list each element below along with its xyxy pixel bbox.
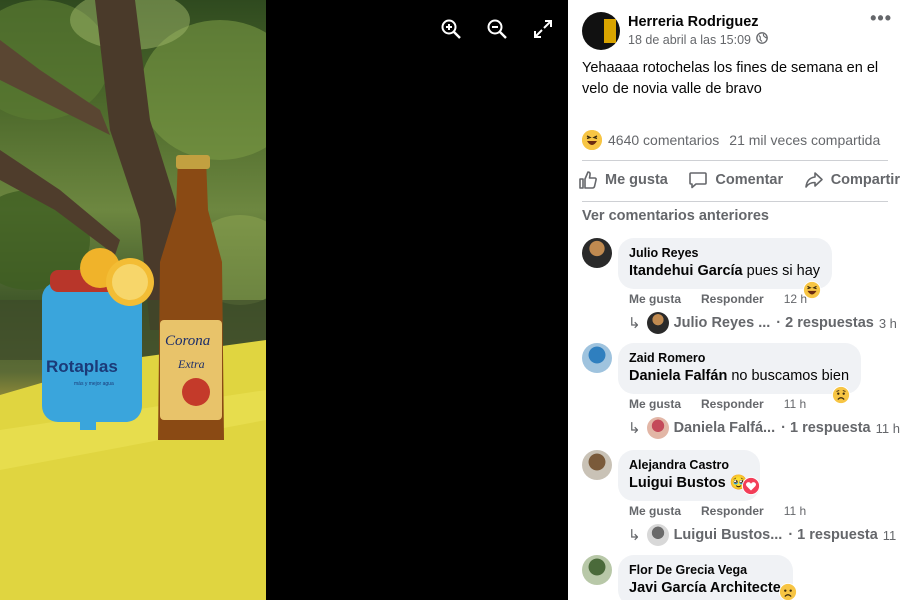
avatar[interactable] xyxy=(582,238,612,268)
reply-arrow-icon: ↳ xyxy=(628,527,641,544)
photo-scene: Rotaplas más y mejor agua Corona Extra xyxy=(0,0,266,600)
comment-age[interactable]: 11 h xyxy=(784,504,806,518)
shares-count[interactable]: 21 mil veces compartida xyxy=(729,132,880,148)
replies-age: 11 h xyxy=(875,420,900,436)
comment-like-button[interactable]: Me gusta xyxy=(629,397,681,411)
post-header: Herreria Rodriguez 18 de abril a las 15:… xyxy=(582,12,892,50)
avatar xyxy=(646,312,669,334)
reply-arrow-icon: ↳ xyxy=(628,420,641,437)
comment-bubble: Julio Reyes Itandehui García pues si hay xyxy=(618,238,833,289)
jar-logo-text: Rotaplas xyxy=(46,357,118,376)
comment-mention[interactable]: Itandehui García xyxy=(629,263,743,279)
like-label: Me gusta xyxy=(605,172,668,188)
jar-tagline: más y mejor agua xyxy=(74,381,114,387)
comments-count[interactable]: 4640 comentarios xyxy=(608,132,719,148)
sad-reaction-icon[interactable] xyxy=(832,386,850,404)
replies-link[interactable]: ↳ Julio Reyes ... · 2 respuestas 3 h xyxy=(628,312,897,334)
fullscreen-button[interactable] xyxy=(532,18,554,40)
avatar[interactable] xyxy=(582,343,612,373)
divider xyxy=(582,201,888,202)
replies-age: 3 h xyxy=(878,315,897,331)
replies-author: Julio Reyes ... xyxy=(673,315,771,331)
comment-author[interactable]: Zaid Romero xyxy=(629,350,849,366)
share-label: Compartir xyxy=(830,172,900,188)
like-button[interactable]: Me gusta xyxy=(578,170,668,190)
post-timestamp[interactable]: 18 de abril a las 15:09 xyxy=(628,31,751,49)
comment-age[interactable]: 12 h xyxy=(784,292,807,306)
comment-text: pues si hay xyxy=(742,263,821,279)
post-author[interactable]: Herreria Rodriguez xyxy=(628,13,768,31)
thumbs-up-icon xyxy=(579,171,597,189)
sad-reaction-icon[interactable] xyxy=(779,583,797,600)
bottle-label-extra: Extra xyxy=(177,357,205,371)
avatar xyxy=(646,417,669,439)
comment-reply-button[interactable]: Responder xyxy=(701,504,764,518)
zoom-in-icon xyxy=(441,19,461,39)
bottle-label-text: Corona xyxy=(165,333,210,349)
post-actions: Me gusta Comentar Compartir xyxy=(578,170,900,190)
comment-age[interactable]: 11 h xyxy=(784,397,806,411)
reply-arrow-icon: ↳ xyxy=(628,315,641,332)
replies-author: Daniela Falfá... xyxy=(673,420,776,436)
post-photo[interactable]: Rotaplas más y mejor agua Corona Extra xyxy=(0,0,266,600)
view-previous-comments[interactable]: Ver comentarios anteriores xyxy=(582,208,769,224)
avatar[interactable] xyxy=(582,450,612,480)
share-icon xyxy=(804,172,823,188)
replies-count: · 1 respuesta xyxy=(788,527,878,543)
replies-age: 11 h xyxy=(882,527,900,543)
comment-label: Comentar xyxy=(715,172,784,188)
haha-reaction-icon[interactable] xyxy=(582,130,602,150)
comment-author[interactable]: Flor De Grecia Vega xyxy=(629,562,781,578)
more-options-button[interactable]: ••• xyxy=(870,8,892,29)
comment-mention[interactable]: Luigui Bustos xyxy=(629,475,726,491)
comment-bubble: Alejandra Castro Luigui Bustos 🥹 xyxy=(618,450,760,501)
photo-viewer xyxy=(266,0,568,600)
avatar xyxy=(646,524,669,546)
replies-count: · 2 respuestas xyxy=(776,315,874,331)
post-text: Yehaaaa rotochelas los fines de semana e… xyxy=(582,60,879,97)
divider xyxy=(582,160,888,161)
post-panel: Herreria Rodriguez 18 de abril a las 15:… xyxy=(568,0,900,600)
author-avatar[interactable] xyxy=(582,12,620,50)
love-reaction-icon[interactable] xyxy=(742,477,760,495)
zoom-out-button[interactable] xyxy=(486,18,508,40)
comment-mention[interactable]: Javi García Architecte xyxy=(629,580,781,596)
avatar[interactable] xyxy=(582,555,612,585)
comment-author[interactable]: Alejandra Castro xyxy=(629,457,748,473)
viewer-toolbar xyxy=(440,18,554,40)
replies-link[interactable]: ↳ Daniela Falfá... · 1 respuesta 11 h xyxy=(628,417,900,439)
comment-reply-button[interactable]: Responder xyxy=(701,397,764,411)
fullscreen-icon xyxy=(534,20,552,38)
replies-author: Luigui Bustos... xyxy=(673,527,783,543)
share-button[interactable]: Compartir xyxy=(804,170,900,190)
post-stats: 4640 comentarios 21 mil veces compartida xyxy=(582,130,888,150)
zoom-in-button[interactable] xyxy=(440,18,462,40)
comment-mention[interactable]: Daniela Falfán xyxy=(629,368,727,384)
comment-author[interactable]: Julio Reyes xyxy=(629,245,820,261)
comment-button[interactable]: Comentar xyxy=(688,170,783,190)
comment-like-button[interactable]: Me gusta xyxy=(629,504,681,518)
replies-link[interactable]: ↳ Luigui Bustos... · 1 respuesta 11 h xyxy=(628,524,900,546)
globe-icon xyxy=(756,31,768,49)
comment-like-button[interactable]: Me gusta xyxy=(629,292,681,306)
comment-icon xyxy=(689,172,708,189)
comment-reply-button[interactable]: Responder xyxy=(701,292,764,306)
comment-bubble: Flor De Grecia Vega Javi García Architec… xyxy=(618,555,793,600)
comment-text: no buscamos bien xyxy=(727,368,850,384)
zoom-out-icon xyxy=(487,19,507,39)
comment-bubble: Zaid Romero Daniela Falfán no buscamos b… xyxy=(618,343,862,394)
replies-count: · 1 respuesta xyxy=(781,420,871,436)
